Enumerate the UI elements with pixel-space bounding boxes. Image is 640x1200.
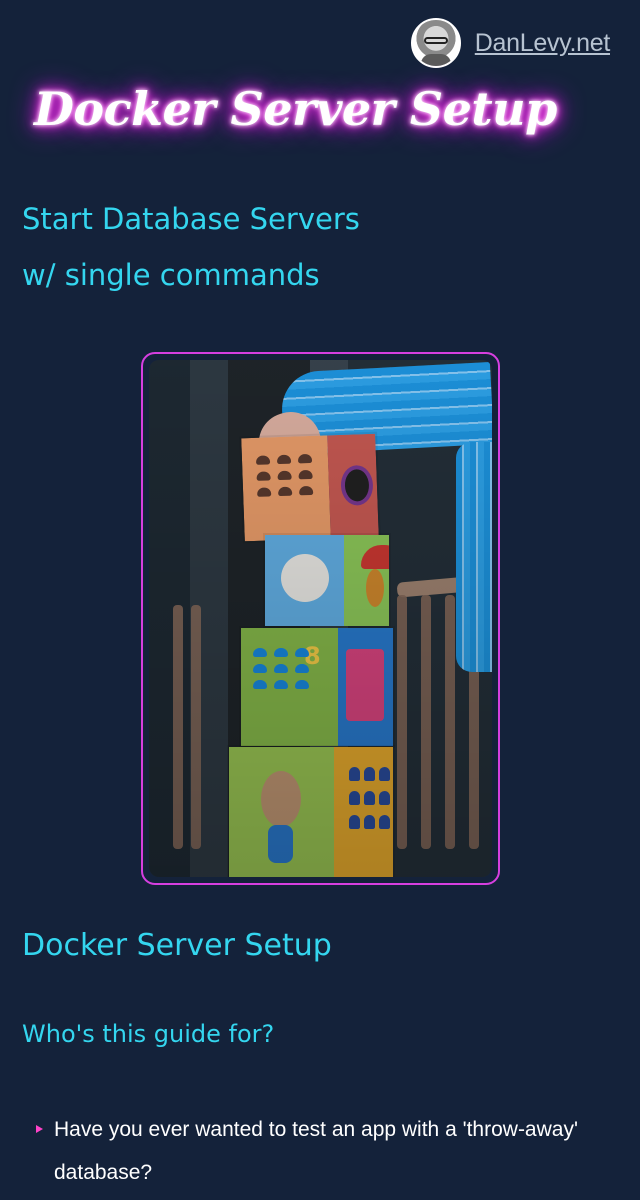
list-item: Have you ever wanted to test an app with… — [36, 1108, 616, 1194]
crib-bar — [173, 605, 183, 849]
car-dots — [253, 648, 309, 689]
striped-sleeve-lower — [456, 442, 492, 672]
crib-bar — [445, 595, 455, 849]
hero-title: Docker Server Setup — [34, 82, 557, 136]
subtitle-line-1: Start Database Servers — [22, 202, 360, 236]
child-hand — [251, 404, 333, 494]
crib-bar — [421, 595, 431, 849]
striped-sleeve — [280, 362, 492, 455]
character-icon — [366, 569, 384, 607]
top-header: DanLevy.net — [410, 18, 611, 68]
bullet-icon — [36, 1125, 43, 1133]
car-icon — [281, 554, 329, 602]
site-link[interactable]: DanLevy.net — [475, 29, 611, 58]
toy-block-top — [239, 431, 381, 544]
section-title: Docker Server Setup — [22, 928, 332, 963]
umbrella-icon — [361, 545, 389, 569]
crib-bar — [469, 595, 479, 849]
avatar-icon[interactable] — [410, 18, 461, 68]
block-side-dots — [349, 767, 390, 829]
crib-top — [396, 573, 492, 598]
block-dots — [255, 453, 314, 497]
guide-list: Have you ever wanted to test an app with… — [36, 1108, 616, 1194]
toy-block-second — [263, 533, 391, 628]
hero-subtitle: Start Database Servers w/ single command… — [22, 191, 582, 303]
owl-icon — [340, 464, 374, 506]
guide-question: Who's this guide for? — [22, 1020, 275, 1048]
subtitle-line-2: w/ single commands — [22, 258, 320, 292]
hero-image: 8 — [149, 360, 492, 877]
number-eight: 8 — [304, 642, 321, 670]
hippo-icon — [261, 771, 301, 827]
toy-block-bottom — [227, 745, 395, 877]
overalls-icon — [268, 825, 293, 863]
hero-image-frame: 8 — [141, 352, 500, 885]
crib-bar — [397, 595, 407, 849]
list-item-text: Have you ever wanted to test an app with… — [54, 1118, 578, 1184]
toy-block-third: 8 — [239, 626, 395, 748]
deer-icon — [346, 649, 384, 721]
crib-bar — [191, 605, 201, 849]
